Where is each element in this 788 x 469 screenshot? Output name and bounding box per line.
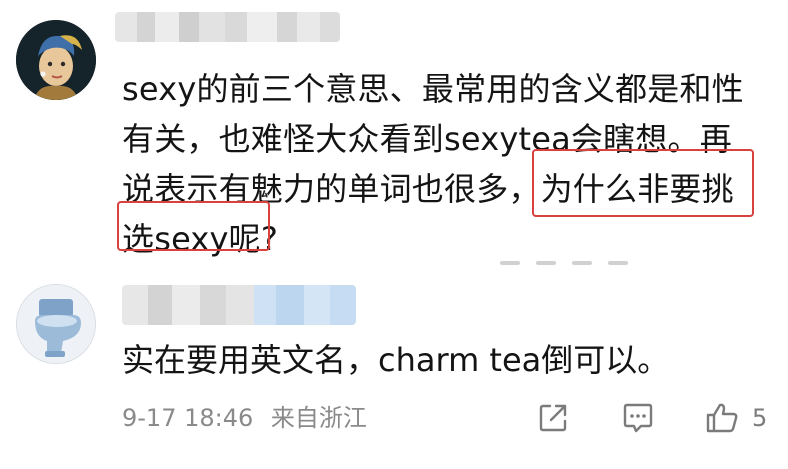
like-button[interactable]: 5: [704, 400, 767, 436]
avatar-toilet-image: [17, 285, 95, 363]
comment-location: 来自浙江: [270, 404, 367, 432]
comment-button[interactable]: [620, 400, 656, 436]
like-icon: [706, 403, 738, 433]
comment-line: 说表示有魅力的单词也很多，为什么非要挑: [122, 170, 734, 208]
comment-content: sexy的前三个意思、最常用的含义都是和性 有关，也难怪大众看到sexytea会…: [122, 64, 762, 264]
comment-date: 9-17 18:46: [122, 404, 254, 432]
avatar-girl-pearl-earring-image: [16, 20, 96, 100]
share-icon: [539, 404, 567, 432]
comment-item: sexy的前三个意思、最常用的含义都是和性 有关，也难怪大众看到sexytea会…: [0, 0, 788, 265]
comment-line: 有关，也难怪大众看到sexytea会瞎想。再: [122, 120, 732, 158]
avatar[interactable]: [16, 284, 96, 364]
like-count: 5: [752, 404, 768, 432]
share-button[interactable]: [536, 400, 570, 436]
username-blurred[interactable]: [115, 12, 340, 42]
comment-line: sexy的前三个意思、最常用的含义都是和性: [122, 70, 744, 108]
comment-meta: 9-17 18:46 来自浙江: [122, 400, 367, 436]
avatar[interactable]: [16, 20, 96, 100]
comment-content: 实在要用英文名，charm tea倒可以。: [122, 341, 670, 379]
username-blurred[interactable]: [122, 285, 356, 325]
comment-icon: [623, 403, 653, 433]
